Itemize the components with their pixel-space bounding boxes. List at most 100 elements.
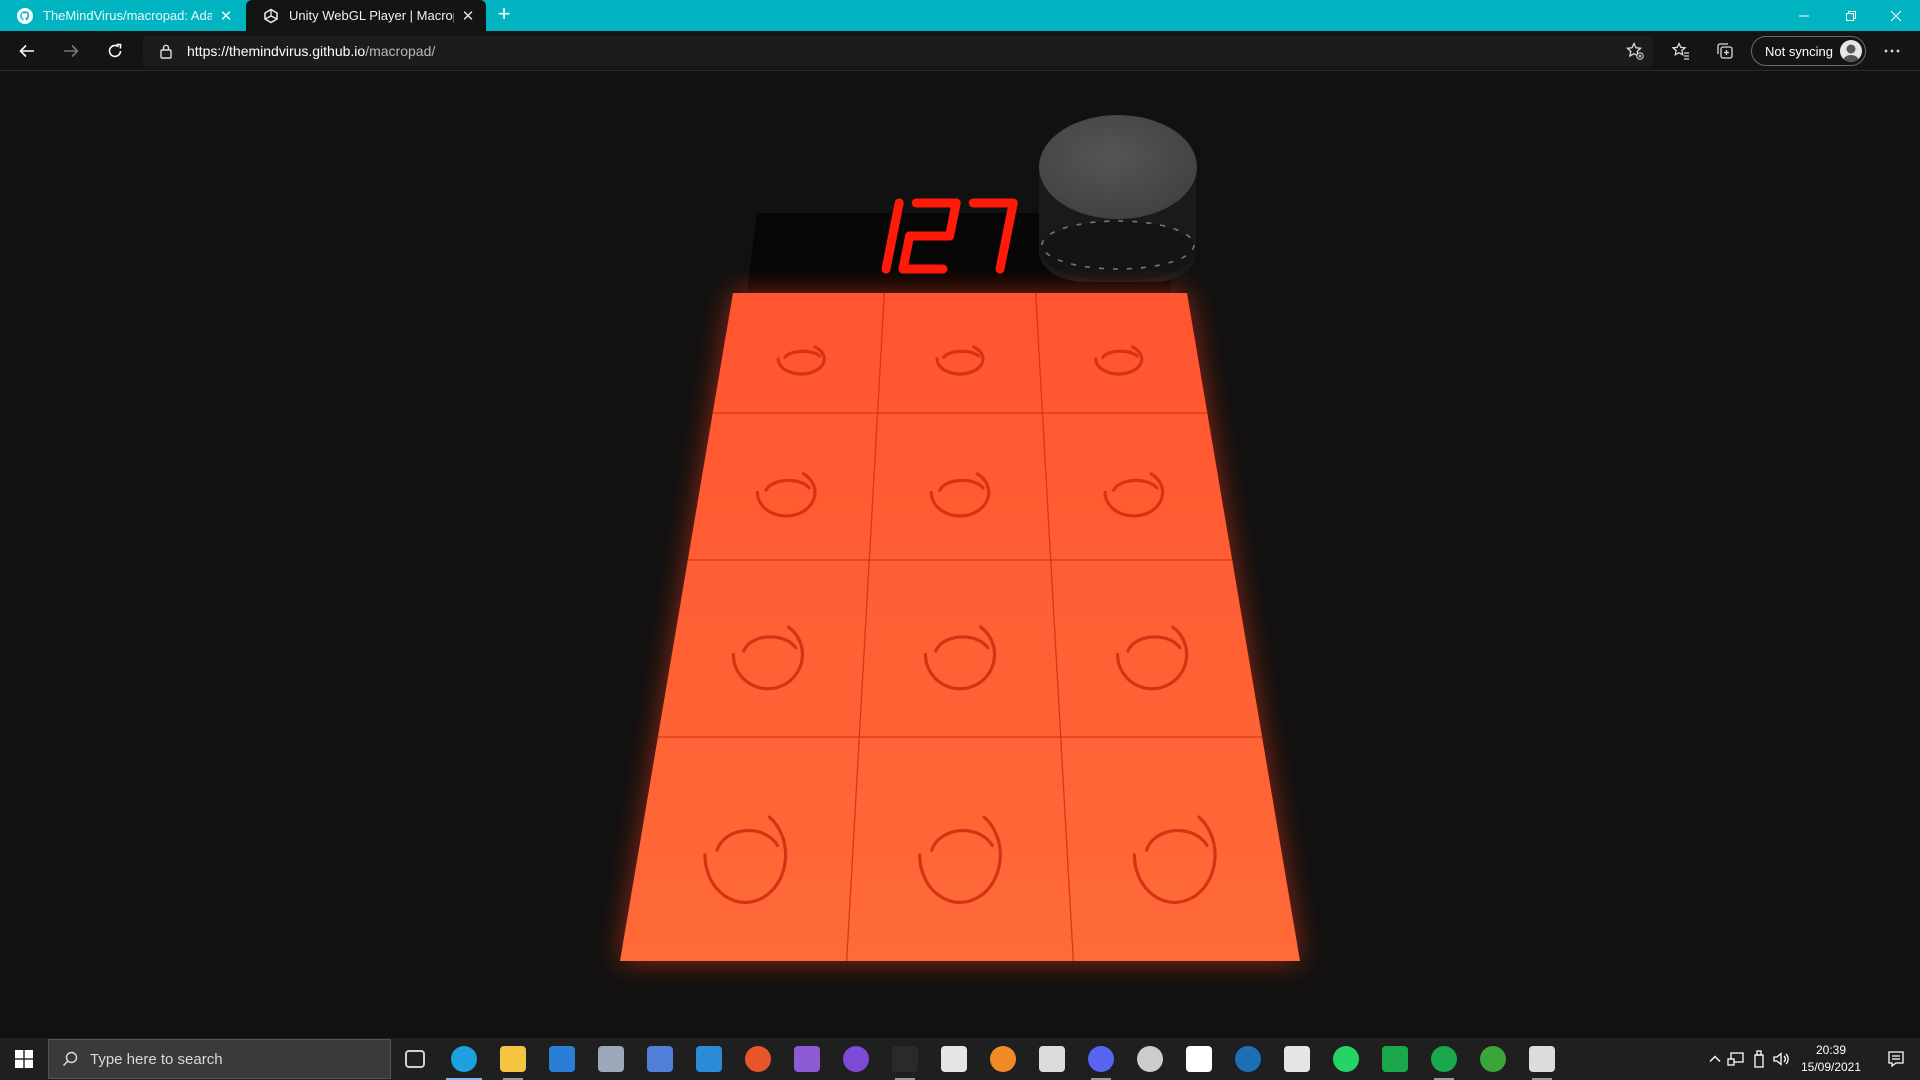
address-bar[interactable]: https://themindvirus.github.io/macropad/	[143, 36, 1653, 66]
tab-github[interactable]: TheMindVirus/macropad: Adafr ✕	[0, 0, 244, 31]
discord-icon	[1088, 1046, 1114, 1072]
restore-icon	[1846, 10, 1856, 21]
search-placeholder: Type here to search	[90, 1050, 223, 1068]
arrow-left-icon	[19, 44, 34, 58]
taskbar-app-hangouts[interactable]	[1420, 1038, 1468, 1080]
taskbar-app-excel[interactable]	[930, 1038, 978, 1080]
taskbar-app-settings-tool[interactable]	[1175, 1038, 1223, 1080]
restore-button[interactable]	[1829, 0, 1873, 31]
taskbar-app-visual-studio[interactable]	[783, 1038, 831, 1080]
visual-studio-icon	[794, 1046, 820, 1072]
close-window-button[interactable]	[1874, 0, 1918, 31]
avatar	[1840, 40, 1862, 62]
taskbar-app-mail[interactable]	[587, 1038, 635, 1080]
windows-logo-icon	[15, 1050, 33, 1068]
close-tab-icon[interactable]: ✕	[218, 8, 234, 25]
new-tab-button[interactable]: +	[493, 3, 515, 26]
taskbar-app-remote-desktop[interactable]	[1518, 1038, 1566, 1080]
volume-icon[interactable]	[1772, 1050, 1790, 1068]
tab-title: Unity WebGL Player | Macropad	[289, 8, 454, 23]
user-avatar-icon	[1842, 44, 1860, 62]
rotary-encoder-knob[interactable]	[1039, 115, 1197, 282]
desktop-screen: TheMindVirus/macropad: Adafr ✕ Unity Web…	[0, 0, 1920, 1080]
taskbar-app-whatsapp[interactable]	[1322, 1038, 1370, 1080]
hangouts-icon	[1431, 1046, 1457, 1072]
url-domain: https://themindvirus.github.io	[187, 43, 366, 59]
chevron-up-icon[interactable]	[1708, 1052, 1722, 1066]
search-icon	[62, 1051, 78, 1067]
git-tool-icon	[745, 1046, 771, 1072]
clock-time: 20:39	[1815, 1043, 1847, 1057]
unity-webgl-canvas[interactable]	[0, 71, 1920, 1038]
macropad-scene[interactable]	[0, 71, 1920, 1038]
unity-icon	[1284, 1046, 1310, 1072]
vscode-icon	[696, 1046, 722, 1072]
refresh-button[interactable]	[101, 37, 129, 65]
tab-unity-webgl[interactable]: Unity WebGL Player | Macropad ✕	[246, 0, 486, 31]
taskbar-app-chat[interactable]	[1371, 1038, 1419, 1080]
taskbar-app-task-view[interactable]	[391, 1038, 439, 1080]
browser-toolbar: https://themindvirus.github.io/macropad/…	[0, 31, 1920, 71]
terminal-icon	[892, 1046, 918, 1072]
taskbar-app-documents[interactable]	[1028, 1038, 1076, 1080]
xbox-icon	[1480, 1046, 1506, 1072]
taskbar-app-store[interactable]	[538, 1038, 586, 1080]
taskbar-app-git-tool[interactable]	[734, 1038, 782, 1080]
minimize-button[interactable]	[1782, 0, 1826, 31]
taskbar-app-xbox[interactable]	[1469, 1038, 1517, 1080]
taskbar-app-terminal[interactable]	[881, 1038, 929, 1080]
close-icon	[1890, 10, 1902, 21]
taskbar-search-box[interactable]: Type here to search	[48, 1039, 391, 1079]
macropad-key-grid[interactable]	[620, 292, 1300, 962]
sync-label: Not syncing	[1765, 43, 1833, 59]
taskbar-clock[interactable]: 20:39 15/09/2021	[1795, 1042, 1867, 1076]
url-text[interactable]: https://themindvirus.github.io/macropad/	[187, 43, 435, 59]
taskbar-app-network-tool[interactable]	[636, 1038, 684, 1080]
add-favorite-icon[interactable]	[1625, 41, 1645, 61]
profile-sync-button[interactable]: Not syncing	[1751, 36, 1866, 66]
favorites-icon	[1671, 41, 1689, 60]
arrow-right-icon	[64, 44, 79, 58]
forward-button[interactable]	[57, 37, 85, 65]
obs-icon	[1137, 1046, 1163, 1072]
taskbar-app-steam[interactable]	[1224, 1038, 1272, 1080]
taskbar-app-discord[interactable]	[1077, 1038, 1125, 1080]
taskbar-app-blender[interactable]	[979, 1038, 1027, 1080]
mail-icon	[598, 1046, 624, 1072]
store-icon	[549, 1046, 575, 1072]
taskbar-app-vscode[interactable]	[685, 1038, 733, 1080]
network-icon[interactable]	[1727, 1050, 1745, 1068]
taskbar-app-github-desktop[interactable]	[832, 1038, 880, 1080]
refresh-icon	[108, 43, 122, 58]
task-view-icon	[405, 1050, 425, 1068]
excel-icon	[941, 1046, 967, 1072]
file-explorer-icon	[500, 1046, 526, 1072]
windows-taskbar: Type here to search 20:39 15/09/2021	[0, 1038, 1920, 1080]
blender-icon	[990, 1046, 1016, 1072]
edge-icon	[451, 1046, 477, 1072]
close-tab-icon[interactable]: ✕	[460, 8, 476, 25]
collections-icon	[1717, 43, 1733, 59]
steam-icon	[1235, 1046, 1261, 1072]
collections-button[interactable]	[1711, 37, 1739, 65]
settings-tool-icon	[1186, 1046, 1212, 1072]
start-button[interactable]	[0, 1038, 48, 1080]
more-icon	[1884, 49, 1900, 53]
taskbar-app-file-explorer[interactable]	[489, 1038, 537, 1080]
whatsapp-icon	[1333, 1046, 1359, 1072]
taskbar-app-edge[interactable]	[440, 1038, 488, 1080]
url-path: /macropad/	[365, 43, 436, 59]
github-icon	[17, 7, 33, 24]
taskbar-app-unity[interactable]	[1273, 1038, 1321, 1080]
clock-date: 15/09/2021	[1800, 1060, 1862, 1074]
tab-title: TheMindVirus/macropad: Adafr	[43, 8, 212, 23]
taskbar-app-obs[interactable]	[1126, 1038, 1174, 1080]
back-button[interactable]	[13, 37, 41, 65]
settings-menu-button[interactable]	[1878, 37, 1906, 65]
usb-device-icon[interactable]	[1752, 1049, 1766, 1069]
action-center-button[interactable]	[1872, 1038, 1920, 1080]
favorites-button[interactable]	[1667, 37, 1695, 65]
browser-tab-strip: TheMindVirus/macropad: Adafr ✕ Unity Web…	[0, 0, 1920, 31]
github-desktop-icon	[843, 1046, 869, 1072]
lock-icon[interactable]	[159, 43, 173, 59]
